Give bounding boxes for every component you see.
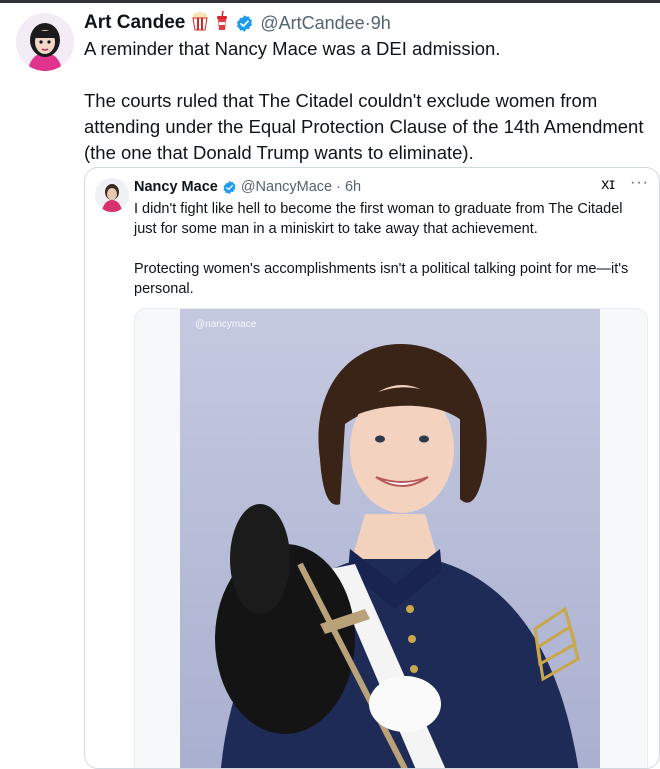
- more-options-icon[interactable]: ···: [630, 174, 649, 192]
- quoted-timestamp[interactable]: 6h: [345, 179, 361, 195]
- quoted-avatar[interactable]: [95, 178, 129, 212]
- quoted-text-line-2: Protecting women's accomplishments isn't…: [134, 261, 629, 297]
- popcorn-icon: [191, 11, 209, 36]
- tweet-text-paragraph: The courts ruled that The Citadel couldn…: [84, 90, 644, 163]
- quoted-separator-dot: ·: [336, 179, 341, 195]
- quoted-tweet-card[interactable]: Nancy Mace @NancyMace · 6h xɪ ··· I didn…: [84, 167, 660, 769]
- grok-icon[interactable]: xɪ: [601, 176, 615, 194]
- timestamp[interactable]: 9h: [371, 13, 391, 34]
- author-name[interactable]: Art Candee: [84, 12, 185, 34]
- tweet-header: Art Candee @ArtCandee · 9h: [84, 10, 391, 36]
- quoted-verified-badge-icon: [222, 180, 237, 195]
- top-divider: [0, 0, 660, 3]
- quoted-avatar-photo: [95, 178, 129, 212]
- verified-badge-icon: [235, 14, 254, 33]
- cadet-portrait-photo: [180, 309, 600, 768]
- tweet-text-line: A reminder that Nancy Mace was a DEI adm…: [84, 38, 501, 59]
- quoted-text-line-1: I didn't fight like hell to become the f…: [134, 201, 623, 237]
- image-watermark: @nancymace: [195, 319, 257, 330]
- quoted-author-name[interactable]: Nancy Mace: [134, 179, 218, 195]
- quoted-author-handle[interactable]: @NancyMace: [241, 179, 332, 195]
- avatar[interactable]: [16, 13, 74, 71]
- soda-icon: [215, 10, 229, 36]
- author-handle[interactable]: @ArtCandee: [260, 13, 364, 34]
- quoted-header: Nancy Mace @NancyMace · 6h: [134, 177, 361, 197]
- attached-image[interactable]: @nancymace: [134, 308, 648, 768]
- avatar-illustration: [16, 13, 74, 71]
